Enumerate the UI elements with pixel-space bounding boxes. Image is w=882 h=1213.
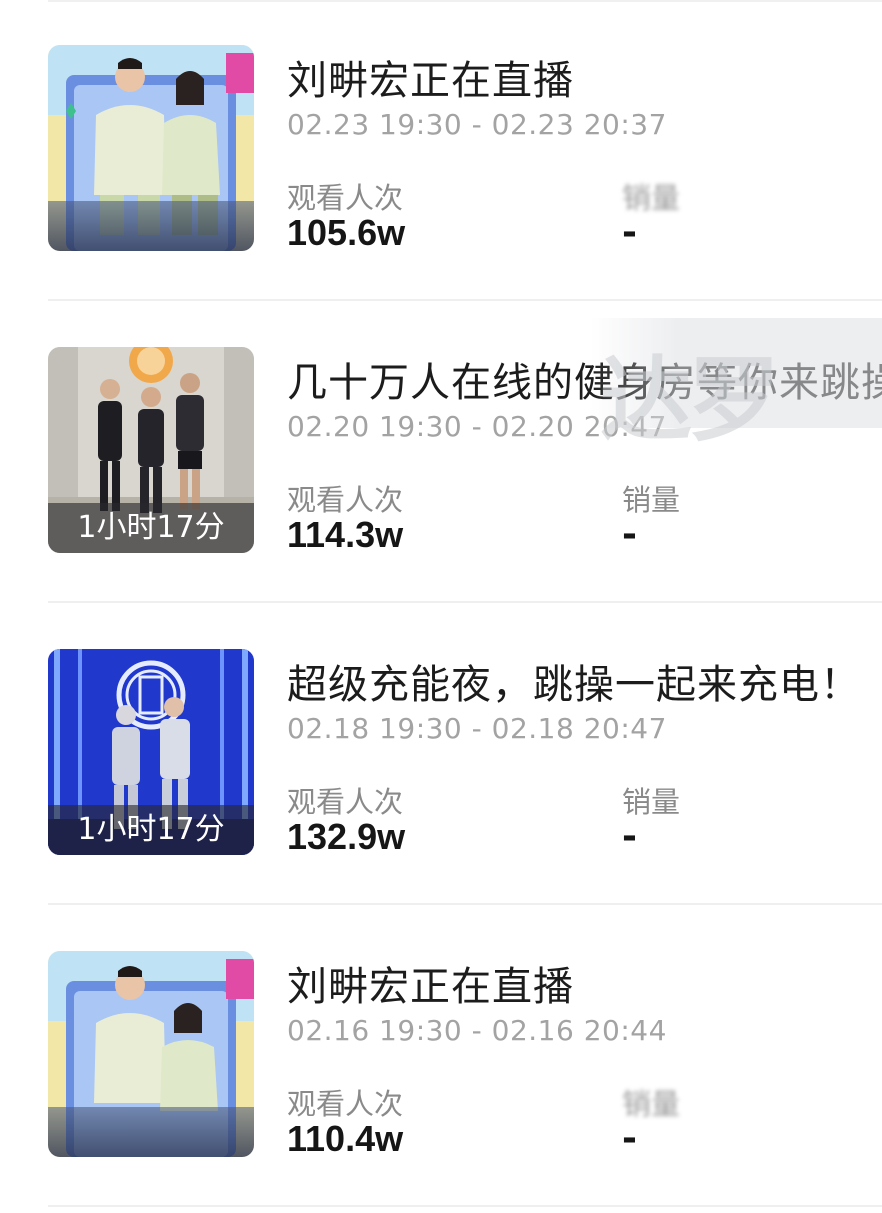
duration-badge: 1小时17分 [48,503,254,553]
card-divider [48,601,882,603]
card-divider [48,903,882,905]
duration-badge: 1小时17分 [48,805,254,855]
stream-title[interactable]: 超级充能夜，跳操一起来充电！ [287,652,861,710]
stream-title[interactable]: 刘畊宏正在直播 [287,48,574,106]
thumbnail-banner [48,201,254,251]
views-value: 105.6w [287,212,406,253]
card-divider [48,1205,882,1207]
stream-card[interactable]: 1小时17分 几十万人在线的健身房等你来跳操 02.20 19:30 - 02.… [0,302,882,603]
thumbnail-banner [48,1107,254,1157]
views-label: 观看人次 [287,1087,404,1121]
views-value: 110.4w [287,1118,404,1159]
stream-thumbnail[interactable]: 1小时17分 [48,347,254,553]
stream-time-range: 02.16 19:30 - 02.16 20:44 [287,1014,667,1047]
stream-title[interactable]: 刘畊宏正在直播 [287,954,574,1012]
sales-value: - [622,816,637,857]
stream-card[interactable]: 1小时17分 超级充能夜，跳操一起来充电！ 02.18 19:30 - 02.1… [0,604,882,905]
sales-value: - [622,1118,637,1159]
views-label: 观看人次 [287,483,404,517]
stream-time-range: 02.18 19:30 - 02.18 20:47 [287,712,667,745]
sales-label: 销量 [622,483,681,517]
views-value: 132.9w [287,816,406,857]
stream-thumbnail[interactable]: 1小时17分 [48,649,254,855]
stream-card[interactable]: 刘畊宏正在直播 02.23 19:30 - 02.23 20:37 观看人次 1… [0,0,882,301]
sales-value: - [622,514,637,555]
stream-time-range: 02.20 19:30 - 02.20 20:47 [287,410,667,443]
views-label: 观看人次 [287,785,404,819]
stream-thumbnail[interactable] [48,45,254,251]
sales-value: - [622,212,637,253]
stream-card[interactable]: 刘畊宏正在直播 02.16 19:30 - 02.16 20:44 观看人次 1… [0,906,882,1207]
stream-title[interactable]: 几十万人在线的健身房等你来跳操 [287,350,882,408]
sales-label: 销量 [622,785,681,819]
sales-label: 销量 [622,1087,681,1121]
views-label: 观看人次 [287,181,404,215]
views-value: 114.3w [287,514,404,555]
sales-label: 销量 [622,181,681,215]
card-divider [48,299,882,301]
stream-time-range: 02.23 19:30 - 02.23 20:37 [287,108,667,141]
stream-thumbnail[interactable] [48,951,254,1157]
